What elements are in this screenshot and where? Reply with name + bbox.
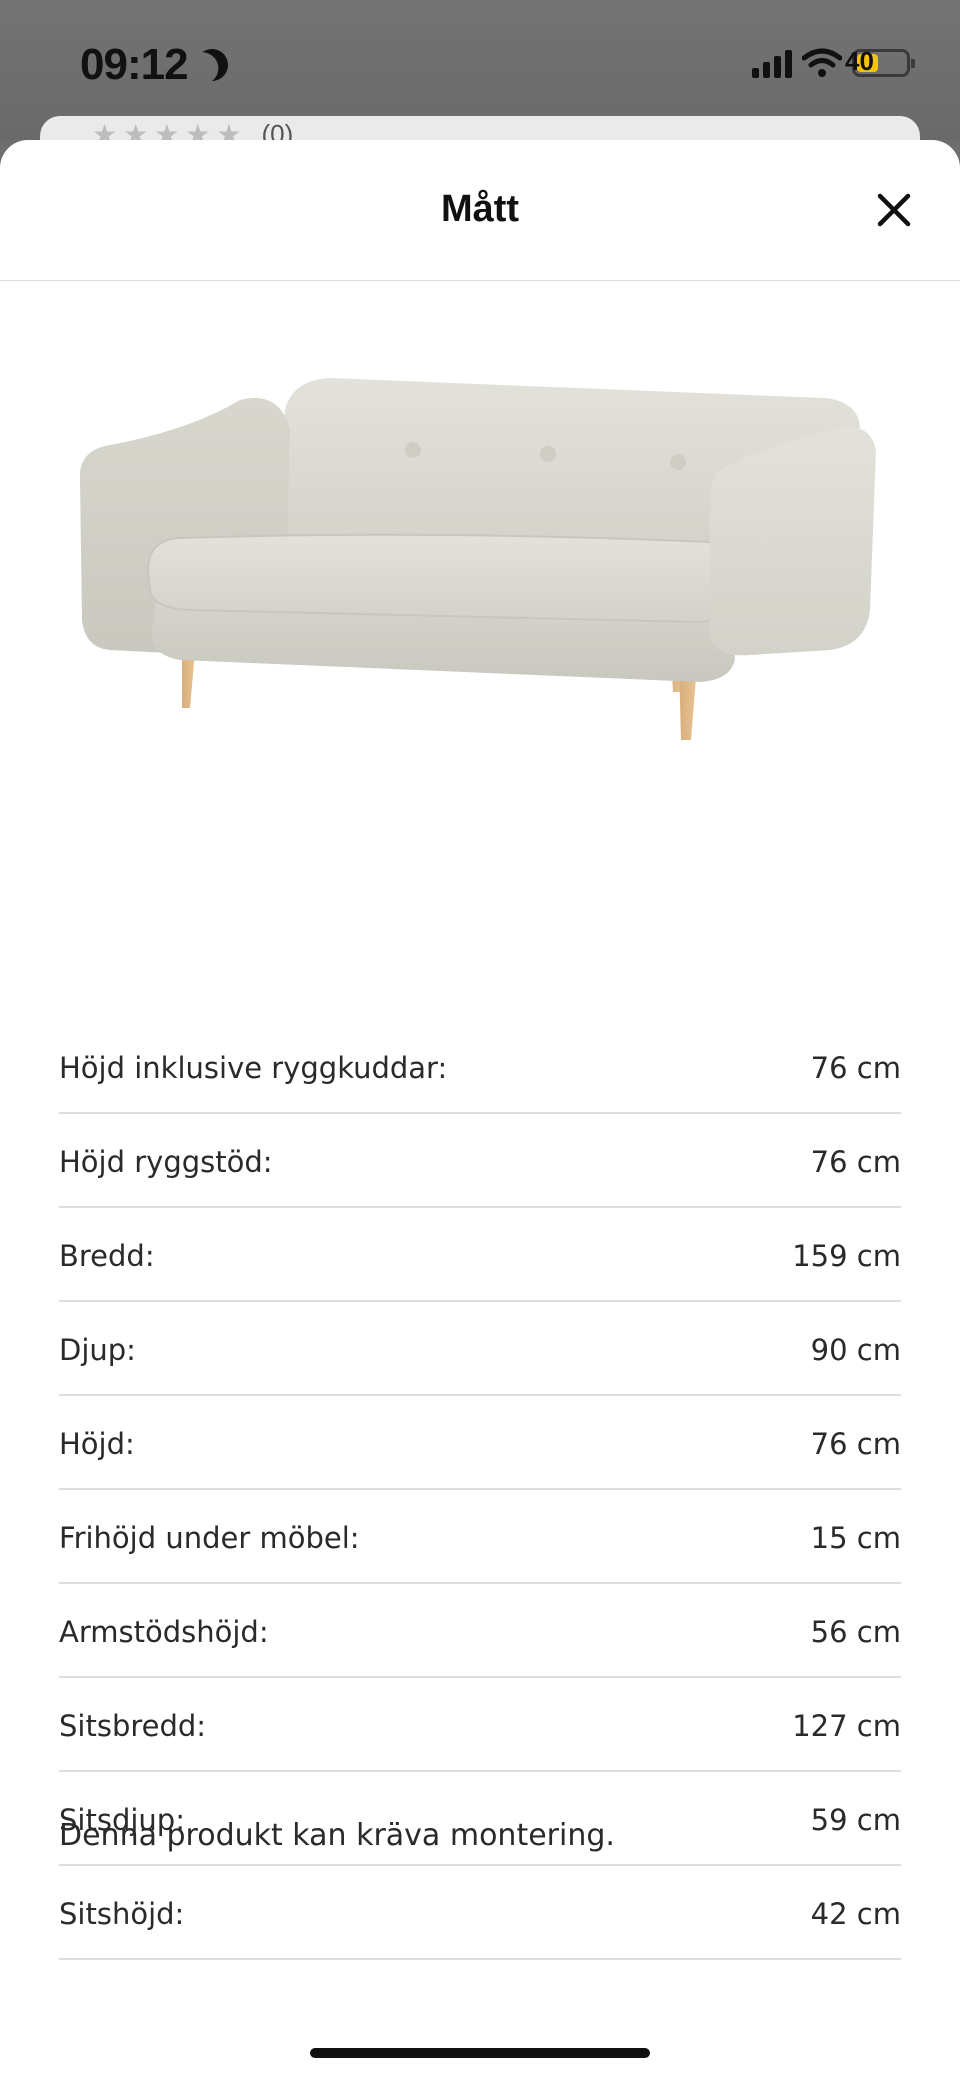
spec-value: 42 cm xyxy=(810,1897,901,1931)
spec-label: Djup: xyxy=(59,1333,136,1367)
spec-label: Höjd: xyxy=(59,1427,135,1461)
spec-value: 59 cm xyxy=(810,1803,901,1837)
battery-icon: 40 xyxy=(845,46,915,77)
spec-label: Sitsbredd: xyxy=(59,1709,207,1743)
spec-label: Sitshöjd: xyxy=(59,1897,185,1931)
spec-row-width: Bredd: 159 cm xyxy=(59,1208,901,1302)
spec-row-back-height: Höjd ryggstöd: 76 cm xyxy=(59,1114,901,1208)
spec-row-clearance: Frihöjd under möbel: 15 cm xyxy=(59,1490,901,1584)
spec-row-height-incl-cushions: Höjd inklusive ryggkuddar: 76 cm xyxy=(59,1020,901,1114)
close-icon xyxy=(877,193,911,227)
spec-row-depth: Djup: 90 cm xyxy=(59,1302,901,1396)
spec-value: 15 cm xyxy=(810,1521,901,1555)
spec-label: Höjd ryggstöd: xyxy=(59,1145,273,1179)
close-button[interactable] xyxy=(866,182,922,238)
spec-value: 76 cm xyxy=(810,1427,901,1461)
spec-row-seat-height: Sitshöjd: 42 cm xyxy=(59,1866,901,1960)
spec-label: Frihöjd under möbel: xyxy=(59,1521,360,1555)
spec-value: 90 cm xyxy=(810,1333,901,1367)
signal-icon xyxy=(752,48,792,78)
sheet-header: Mått xyxy=(0,140,960,281)
product-image xyxy=(79,378,876,740)
spec-value: 56 cm xyxy=(810,1615,901,1649)
spec-label: Bredd: xyxy=(59,1239,155,1273)
spec-row-seat-width: Sitsbredd: 127 cm xyxy=(59,1678,901,1772)
spec-value: 76 cm xyxy=(810,1051,901,1085)
moon-icon xyxy=(190,43,234,87)
spec-value: 127 cm xyxy=(792,1709,901,1743)
screen: 09:12 40 ★★★★★ (0) Mått Höjd inklusive r… xyxy=(0,0,960,2081)
dimensions-sheet: Mått Höjd inklusive ryggkuddar: 76 cm Hö… xyxy=(0,140,960,2081)
wifi-icon xyxy=(802,48,842,77)
status-icons: 40 xyxy=(752,46,915,78)
spec-value: 76 cm xyxy=(810,1145,901,1179)
home-indicator[interactable] xyxy=(310,2048,650,2058)
spec-label: Höjd inklusive ryggkuddar: xyxy=(59,1051,448,1085)
spec-label: Armstödshöjd: xyxy=(59,1615,269,1649)
spec-row-armrest-height: Armstödshöjd: 56 cm xyxy=(59,1584,901,1678)
battery-text: 40 xyxy=(845,46,874,76)
status-time-text: 09:12 xyxy=(80,40,189,89)
spec-row-height: Höjd: 76 cm xyxy=(59,1396,901,1490)
sheet-title: Mått xyxy=(440,188,520,230)
spec-value: 159 cm xyxy=(792,1239,901,1273)
assembly-note: Denna produkt kan kräva montering. xyxy=(59,1818,615,1853)
status-time: 09:12 xyxy=(80,40,228,90)
